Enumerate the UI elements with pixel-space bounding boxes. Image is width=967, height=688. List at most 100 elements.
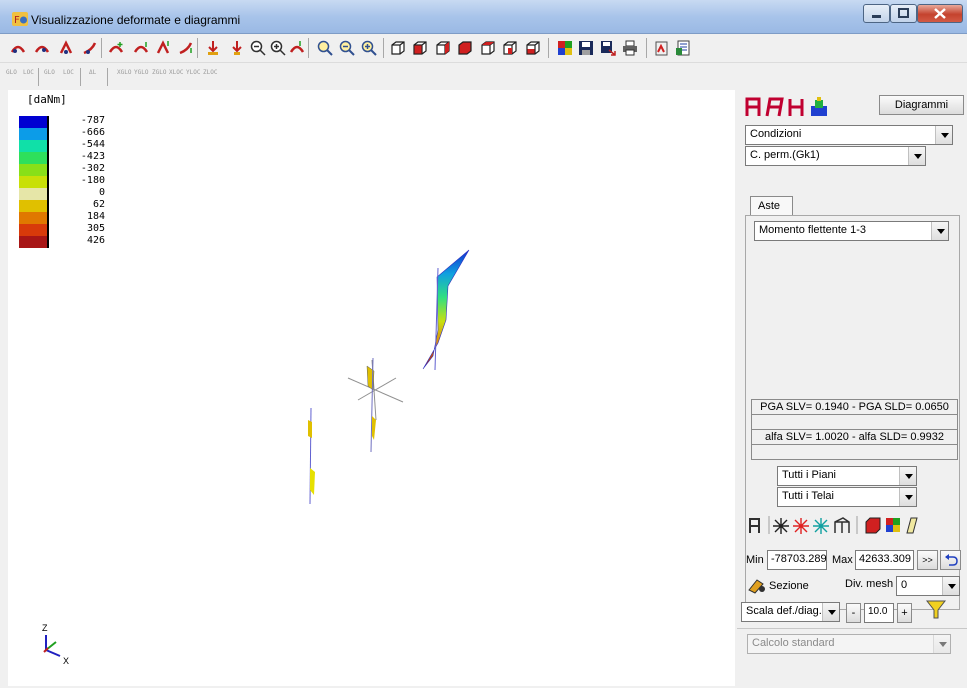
zoom-previous-icon[interactable] — [361, 40, 377, 56]
z-loc-toggle[interactable]: ZLOC — [203, 69, 217, 76]
load-icon[interactable] — [205, 40, 221, 56]
chevron-down-icon — [899, 488, 916, 506]
diagram-type-value: Momento flettente 1-3 — [759, 224, 867, 236]
calcolo-select[interactable]: Calcolo standard — [747, 634, 951, 654]
calcolo-value: Calcolo standard — [752, 637, 835, 649]
star-black-icon[interactable] — [773, 518, 789, 534]
condition-select[interactable]: C. perm.(Gk1) — [745, 146, 926, 166]
secondary-toolbar: GLO LOC GLO LOC ΔL XGLO YGLO ZGLO XLOC Y… — [0, 64, 967, 90]
minimize-button[interactable] — [863, 4, 890, 23]
zoom-all-icon[interactable] — [317, 40, 333, 56]
undo-icon — [945, 554, 958, 566]
deform-shell-icon[interactable] — [82, 40, 98, 56]
main-toolbar — [0, 34, 967, 101]
deform-view-icon[interactable] — [10, 40, 26, 56]
italic-frame-icon[interactable] — [765, 97, 784, 117]
view-top-icon[interactable] — [480, 40, 496, 56]
div-mesh-select[interactable]: 0 — [896, 576, 960, 596]
y-loc-toggle[interactable]: YLOC — [186, 69, 200, 76]
color-fill-icon[interactable] — [811, 97, 827, 116]
chevron-down-icon — [908, 147, 925, 165]
max-label: Max — [832, 554, 853, 566]
maximize-button[interactable] — [890, 4, 917, 23]
view-front-icon[interactable] — [412, 40, 428, 56]
sezione-button[interactable]: Sezione — [769, 580, 809, 592]
loc-axis-toggle[interactable]: LOC — [63, 69, 74, 76]
deform-node-icon[interactable] — [34, 40, 50, 56]
glo-axis-toggle[interactable]: GLO — [44, 69, 55, 76]
title-bar: F Visualizzazione deformate e diagrammi — [0, 0, 967, 34]
toolbar-separator — [646, 38, 647, 58]
scale-value-field[interactable]: 10.0 — [864, 603, 894, 623]
frame-icon[interactable] — [749, 518, 760, 533]
glo-toggle[interactable]: GLO — [6, 69, 17, 76]
moment-diagram-main — [422, 249, 470, 370]
chevron-down-icon — [822, 603, 839, 621]
loc-toggle[interactable]: LOC — [23, 69, 34, 76]
view-iso-icon[interactable] — [525, 40, 541, 56]
min-value-field[interactable]: -78703.289 — [767, 550, 827, 570]
frame-mode-icon[interactable] — [745, 97, 761, 116]
div-mesh-label: Div. mesh — [845, 578, 894, 590]
save-icon[interactable] — [578, 40, 594, 56]
deform-add-icon[interactable] — [108, 40, 124, 56]
delta-length-toggle[interactable]: ΔL — [89, 69, 96, 76]
color-grid-icon[interactable] — [886, 518, 900, 532]
chevron-down-icon — [935, 126, 952, 144]
x-loc-toggle[interactable]: XLOC — [169, 69, 183, 76]
scale-type-select[interactable]: Scala def./diag. — [741, 602, 840, 622]
diagram-canvas[interactable]: [daNm] -787 -666 -544 -423 -302 -180 0 62 184 305… — [8, 90, 735, 686]
frame-3d-icon[interactable] — [834, 517, 850, 533]
view-solid-icon[interactable] — [457, 40, 473, 56]
print-icon[interactable] — [622, 40, 638, 56]
copy-image-icon[interactable] — [654, 40, 670, 56]
min-label: Min — [746, 554, 764, 566]
axis-triad: Z X — [42, 623, 69, 666]
condizioni-select[interactable]: Condizioni — [745, 125, 953, 145]
filter-icon[interactable] — [925, 599, 947, 621]
deform-add-icon[interactable] — [155, 40, 171, 56]
scale-increase-button[interactable]: + — [897, 603, 912, 623]
deform-frame-icon[interactable] — [58, 40, 74, 56]
zoom-out-icon[interactable] — [250, 40, 266, 56]
z-glo-toggle[interactable]: ZGLO — [152, 69, 166, 76]
load-icon[interactable] — [229, 40, 245, 56]
toolbar-separator — [101, 38, 102, 58]
diagram-type-select[interactable]: Momento flettente 1-3 — [754, 221, 949, 241]
shell-icon[interactable] — [906, 517, 918, 534]
pan-icon[interactable] — [289, 40, 305, 56]
section-icon — [748, 579, 765, 594]
star-red-icon[interactable] — [793, 518, 809, 534]
y-glo-toggle[interactable]: YGLO — [134, 69, 148, 76]
deform-add-icon[interactable] — [178, 40, 194, 56]
pga-info: PGA SLV= 0.1940 - PGA SLD= 0.0650 — [751, 399, 958, 415]
max-value-field[interactable]: 42633.309 — [855, 550, 914, 570]
tab-aste-label: Aste — [758, 200, 781, 212]
report-icon[interactable] — [675, 40, 691, 56]
reset-range-button[interactable] — [940, 550, 961, 570]
x-glo-toggle[interactable]: XGLO — [117, 69, 131, 76]
structure-view: Z X — [42, 249, 470, 666]
telai-select[interactable]: Tutti i Telai — [777, 487, 917, 507]
piani-select[interactable]: Tutti i Piani — [777, 466, 917, 486]
apply-range-button[interactable]: >> — [917, 550, 938, 570]
zoom-in-icon[interactable] — [270, 40, 286, 56]
moment-diagram-left — [308, 420, 312, 438]
chevron-down-icon — [933, 635, 950, 653]
panel-divider — [737, 628, 967, 629]
view-back-icon[interactable] — [502, 40, 518, 56]
scale-decrease-button[interactable]: - — [846, 603, 861, 623]
tab-aste[interactable]: Aste — [750, 196, 793, 216]
close-button[interactable] — [917, 4, 963, 23]
zoom-window-icon[interactable] — [339, 40, 355, 56]
star-teal-icon[interactable] — [813, 518, 829, 534]
solid-cube-icon[interactable] — [865, 517, 881, 534]
color-map-icon[interactable] — [557, 40, 573, 56]
beam-mode-icon[interactable] — [788, 99, 804, 116]
view-side-icon[interactable] — [435, 40, 451, 56]
view-3d-icon[interactable] — [390, 40, 406, 56]
diagrammi-button[interactable]: Diagrammi — [879, 95, 964, 115]
toolbar-separator — [548, 38, 549, 58]
deform-add-icon[interactable] — [133, 40, 149, 56]
export-icon[interactable] — [600, 40, 616, 56]
